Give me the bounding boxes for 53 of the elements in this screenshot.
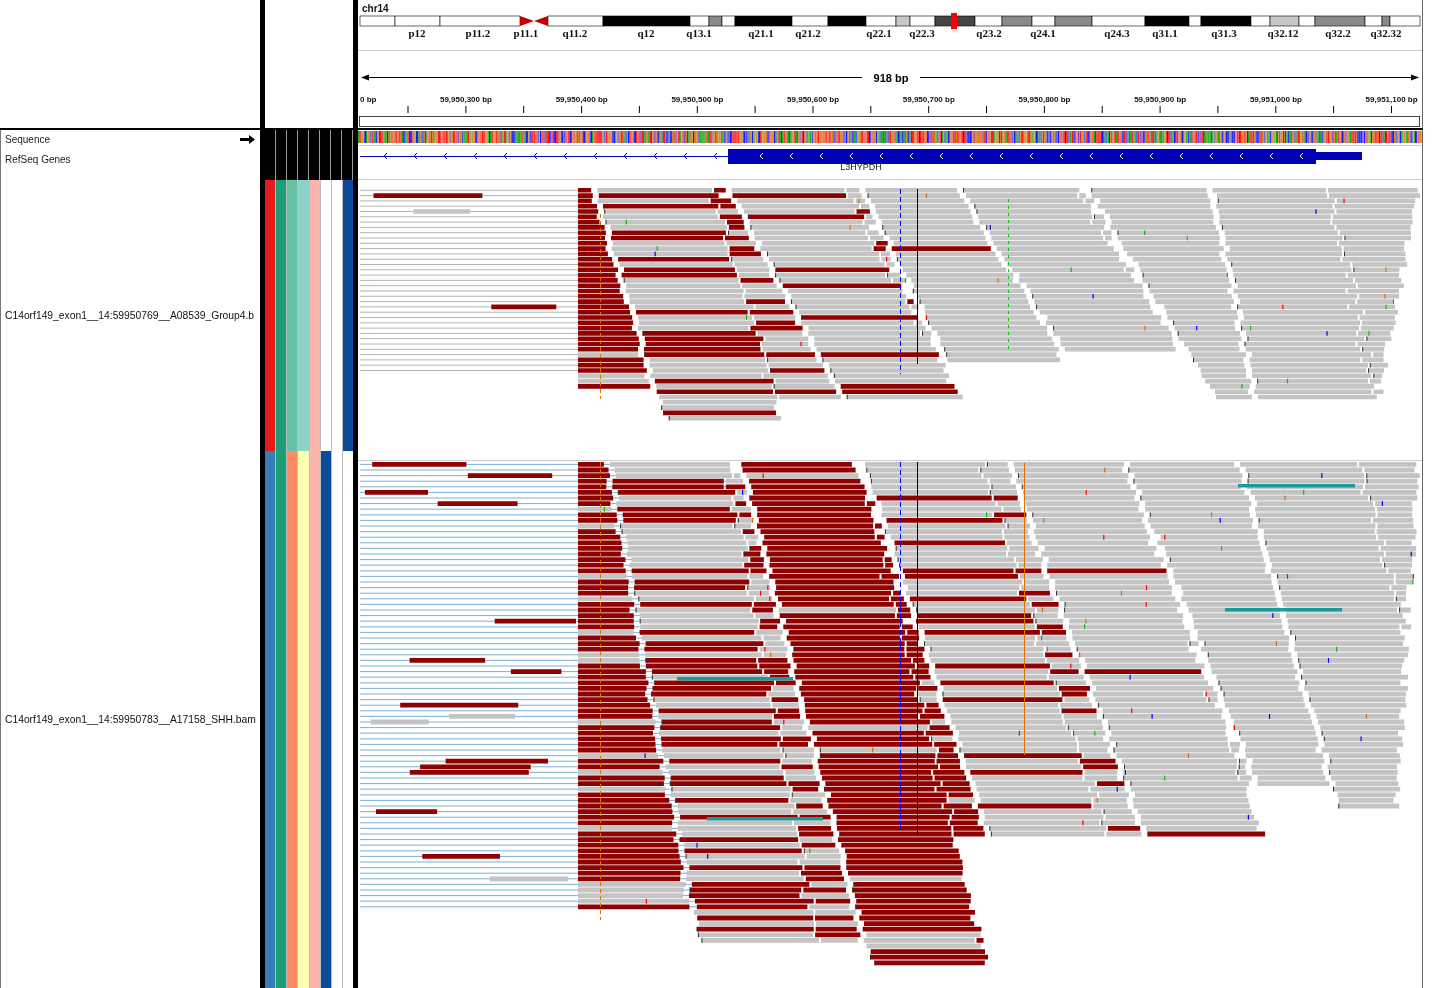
band-label: q32.12: [1267, 27, 1299, 39]
attribute-color-bar[interactable]: [331, 180, 342, 451]
ruler-tick-label: 59,951,000 bp: [1249, 95, 1302, 104]
band-label: q32.32: [1370, 27, 1402, 39]
chromosome-name: chr14: [362, 3, 389, 14]
attribute-color-bar[interactable]: [276, 451, 287, 988]
band-label: q23.2: [976, 27, 1002, 39]
ruler-tick-label: 59,950,400 bp: [555, 95, 608, 104]
attribute-color-bar[interactable]: [309, 451, 320, 988]
track-name[interactable]: Sequence: [5, 133, 51, 145]
ruler-tick-label: 59,950,600 bp: [787, 95, 840, 104]
attribute-color-bar[interactable]: [342, 180, 353, 451]
band-label: q31.1: [1152, 27, 1178, 39]
sample-track-name[interactable]: C14orf149_exon1__14:59950769__A08539_Group4.b: [5, 310, 255, 321]
band-label: q32.2: [1325, 27, 1351, 39]
band-label: p11.1: [513, 27, 539, 39]
band-label: q13.1: [686, 27, 712, 39]
ruler-tick-label: 59,951,100 bp: [1365, 95, 1418, 104]
track-name[interactable]: RefSeq Genes: [5, 154, 71, 165]
attribute-color-bar[interactable]: [320, 451, 331, 988]
gene-name: L3HYPDH: [840, 162, 882, 172]
band-label: p12: [408, 27, 426, 39]
attribute-color-bar[interactable]: [265, 451, 276, 988]
band-label: q21.1: [748, 27, 774, 39]
attribute-color-bar[interactable]: [320, 180, 331, 451]
band-label: q24.3: [1104, 27, 1130, 39]
ruler-tick-label: 59,950,900 bp: [1134, 95, 1187, 104]
band-label: q22.1: [866, 27, 892, 39]
attribute-color-bar[interactable]: [287, 451, 298, 988]
band-label: p11.2: [465, 27, 491, 39]
band-label: q24.1: [1030, 27, 1056, 39]
attribute-color-bar[interactable]: [342, 451, 353, 988]
ruler-tick-label: 59,950,300 bp: [440, 95, 492, 104]
band-label: q12: [637, 27, 655, 39]
ruler-tick-label: 0 bp: [360, 95, 377, 104]
attribute-color-bar[interactable]: [276, 180, 287, 451]
attribute-color-bar[interactable]: [298, 180, 309, 451]
attribute-color-bar[interactable]: [265, 180, 276, 451]
current-region-marker: [951, 13, 957, 29]
ruler-tick-label: 59,950,700 bp: [902, 95, 955, 104]
attribute-color-bar[interactable]: [309, 180, 320, 451]
band-label: q31.3: [1211, 27, 1237, 39]
right-arrow-icon[interactable]: [240, 134, 255, 144]
attribute-color-bar[interactable]: [287, 180, 298, 451]
band-label: q21.2: [795, 27, 821, 39]
band-label: q11.2: [562, 27, 588, 39]
sample-track-name[interactable]: C14orf149_exon1__14:59950783__A17158_SHH.bam: [5, 714, 256, 725]
attribute-color-bar[interactable]: [331, 451, 342, 988]
attribute-color-bar[interactable]: [298, 451, 309, 988]
span-length: 918 bp: [873, 71, 909, 84]
ruler-tick-label: 59,950,800 bp: [1018, 95, 1071, 104]
band-label: q22.3: [909, 27, 935, 39]
ruler-tick-label: 59,950,500 bp: [671, 95, 724, 104]
